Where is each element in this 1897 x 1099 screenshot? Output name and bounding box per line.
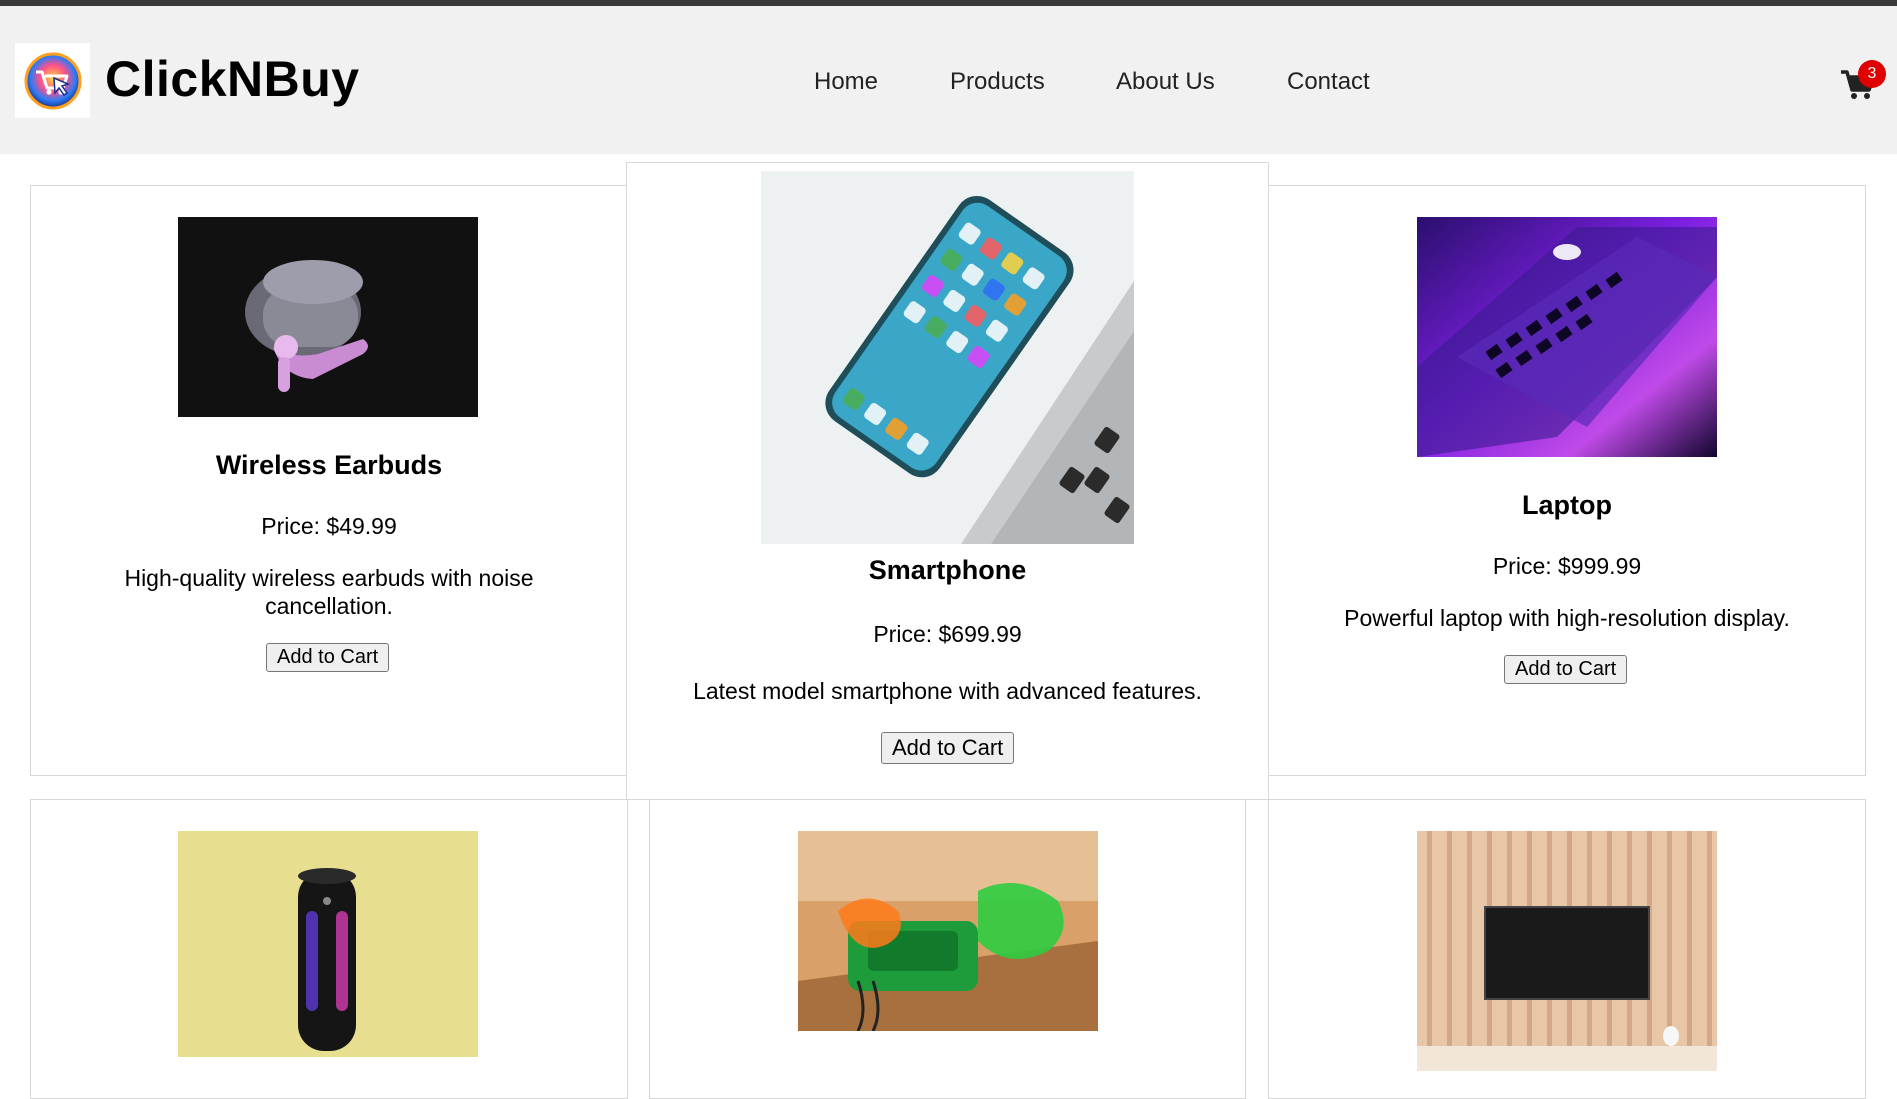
product-card-television xyxy=(1268,799,1866,1099)
product-card-speaker xyxy=(30,799,628,1099)
product-description: Latest model smartphone with advanced fe… xyxy=(693,678,1202,704)
cart-count-badge: 3 xyxy=(1858,60,1886,88)
nav-about-us[interactable]: About Us xyxy=(1116,68,1215,96)
product-card-laptop: Laptop Price: $999.99 Powerful laptop wi… xyxy=(1268,185,1866,776)
add-to-cart-button[interactable]: Add to Cart xyxy=(266,643,390,672)
product-image-game-console xyxy=(798,831,1098,1031)
add-to-cart-button[interactable]: Add to Cart xyxy=(881,732,1015,764)
product-description: Powerful laptop with high-resolution dis… xyxy=(1344,605,1790,631)
product-image-speaker xyxy=(178,831,478,1057)
site-header: ClickNBuy Home Products About Us Contact… xyxy=(0,6,1897,154)
product-price: Price: $999.99 xyxy=(1492,553,1642,579)
product-description: High-quality wireless earbuds with noise… xyxy=(124,565,534,619)
product-title: Smartphone xyxy=(868,555,1027,585)
main-nav: Home Products About Us Contact xyxy=(0,68,1897,108)
add-to-cart-button[interactable]: Add to Cart xyxy=(1504,655,1628,684)
product-image-television xyxy=(1417,831,1717,1071)
nav-products[interactable]: Products xyxy=(950,68,1045,96)
nav-contact[interactable]: Contact xyxy=(1287,68,1370,96)
product-title: Laptop xyxy=(1522,490,1612,520)
product-image-earbuds xyxy=(178,217,478,417)
product-image-laptop xyxy=(1417,217,1717,457)
product-title: Wireless Earbuds xyxy=(215,450,443,480)
product-price: Price: $699.99 xyxy=(873,621,1022,647)
nav-home[interactable]: Home xyxy=(814,68,878,96)
product-card-wireless-earbuds: Wireless Earbuds Price: $49.99 High-qual… xyxy=(30,185,628,776)
product-card-smartphone: Smartphone Price: $699.99 Latest model s… xyxy=(626,162,1269,800)
product-image-smartphone xyxy=(761,171,1134,544)
product-card-game-console xyxy=(649,799,1246,1099)
product-price: Price: $49.99 xyxy=(261,513,397,539)
